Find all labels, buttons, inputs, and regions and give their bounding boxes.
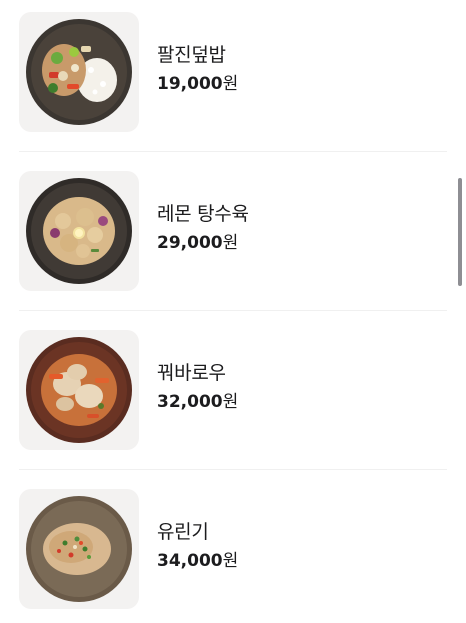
menu-item-lemon-tangsuyuk[interactable]: 레몬 탕수육 29,000원 <box>0 159 466 318</box>
menu-item-guobaorou[interactable]: 꿔바로우 32,000원 <box>0 318 466 477</box>
menu-item-price: 34,000원 <box>157 551 239 571</box>
menu-item-palchin-deopbap[interactable]: 팔진덮밥 19,000원 <box>0 0 466 159</box>
food-thumbnail[interactable] <box>19 489 139 609</box>
menu-item-info: 꿔바로우 32,000원 <box>157 361 238 413</box>
menu-item-name: 유린기 <box>157 521 209 543</box>
menu-item-price: 29,000원 <box>157 233 239 253</box>
yuringi-dish-icon <box>26 496 132 602</box>
food-thumbnail[interactable] <box>19 171 139 291</box>
currency-label: 원 <box>222 233 239 253</box>
menu-item-info: 레몬 탕수육 29,000원 <box>157 202 249 254</box>
menu-item-price: 19,000원 <box>157 74 239 94</box>
menu-item-name: 레몬 탕수육 <box>157 203 249 225</box>
food-thumbnail[interactable] <box>19 330 139 450</box>
lemon-pork-dish-icon <box>26 178 132 284</box>
divider <box>19 310 447 311</box>
guobaorou-dish-icon <box>26 337 132 443</box>
rice-bowl-icon <box>26 19 132 125</box>
menu-list: 팔진덮밥 19,000원 레몬 탕수육 29,000원 꿔바로우 32,000원… <box>0 0 466 623</box>
currency-label: 원 <box>222 74 239 94</box>
menu-item-name: 꿔바로우 <box>157 362 226 384</box>
currency-label: 원 <box>222 551 239 571</box>
menu-item-name: 팔진덮밥 <box>157 44 226 66</box>
vertical-scrollbar[interactable] <box>458 178 462 286</box>
menu-item-price: 32,000원 <box>157 392 239 412</box>
food-thumbnail[interactable] <box>19 12 139 132</box>
menu-item-yuringi[interactable]: 유린기 34,000원 <box>0 477 466 623</box>
menu-item-info: 팔진덮밥 19,000원 <box>157 43 238 95</box>
divider <box>19 469 447 470</box>
divider <box>19 151 447 152</box>
currency-label: 원 <box>222 392 239 412</box>
menu-item-info: 유린기 34,000원 <box>157 520 238 572</box>
